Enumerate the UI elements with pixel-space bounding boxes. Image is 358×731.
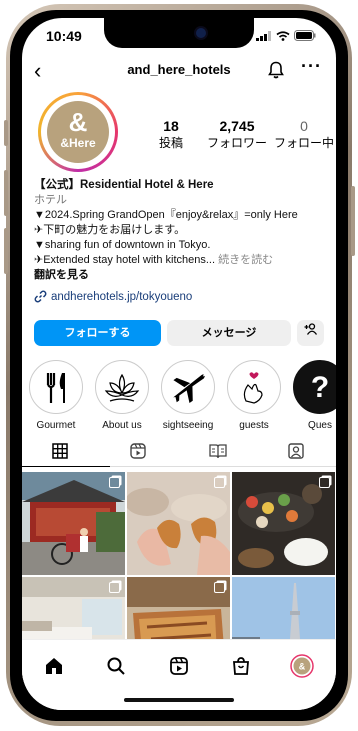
highlight-cover	[29, 360, 83, 414]
multiple-photos-icon	[214, 477, 225, 488]
phone-button	[4, 120, 8, 146]
stat-value: 0	[300, 118, 308, 134]
brand-logo: & &Here	[47, 101, 109, 163]
bio-line-last: ✈Extended stay hotel with kitchens... 続き…	[34, 253, 330, 268]
profile-bio: 【公式】Residential Hotel & Here ホテル ▼2024.S…	[34, 178, 330, 283]
post-thumbnail[interactable]	[22, 472, 125, 575]
post-thumbnail[interactable]	[127, 472, 230, 575]
shopping-bag-icon	[233, 657, 249, 675]
home-indicator[interactable]	[124, 698, 234, 702]
question-icon: ?	[311, 371, 329, 404]
highlight-label: Gourmet	[36, 420, 76, 431]
followers-count[interactable]: 2,745 フォロワー	[202, 118, 272, 151]
avatar-ring-inner: & &Here	[41, 95, 115, 169]
translate-link[interactable]: 翻訳を見る	[34, 268, 330, 283]
tab-guides[interactable]	[198, 440, 238, 462]
stat-value: 18	[163, 118, 179, 134]
bio-line: ✈Extended stay hotel with kitchens...	[34, 254, 216, 266]
profile-link-text: andherehotels.jp/tokyoueno	[51, 290, 193, 303]
more-options-icon[interactable]: ···	[301, 56, 322, 77]
fork-knife-icon	[46, 373, 65, 403]
bio-line: ✈下町の魅力をお届けします。	[34, 224, 186, 236]
stat-label: 投稿	[158, 136, 183, 150]
bottom-nav: &	[22, 639, 336, 710]
multiple-photos-icon	[319, 477, 330, 488]
following-count[interactable]: 0 フォロー中	[272, 118, 336, 151]
profile-actions: フォローする メッセージ	[34, 320, 324, 346]
bio-line: ▼sharing fun of downtown in Tokyo.	[34, 239, 211, 251]
tab-tagged[interactable]	[276, 440, 316, 462]
tagged-user-icon	[288, 443, 304, 459]
nav-reels[interactable]	[165, 652, 193, 680]
multiple-photos-icon	[214, 582, 225, 593]
phone-button	[4, 228, 8, 274]
add-user-icon	[304, 323, 317, 335]
airplane-icon	[173, 374, 205, 404]
search-icon	[107, 657, 125, 675]
svg-text:?: ?	[311, 371, 329, 404]
logo-symbol: &	[68, 107, 88, 137]
status-bar: 10:49	[22, 26, 336, 48]
nav-search[interactable]	[102, 652, 130, 680]
tab-grid[interactable]	[22, 440, 110, 467]
phone-button	[351, 186, 355, 256]
read-more-link[interactable]: 続きを読む	[218, 254, 273, 266]
app-screen: 10:49 ‹ and_here_hotels ··· & &Here 18 投…	[22, 18, 336, 710]
highlight-cover	[161, 360, 215, 414]
reels-icon	[170, 657, 188, 675]
nav-profile[interactable]: &	[288, 652, 316, 680]
reels-icon	[130, 443, 146, 459]
signal-icon	[256, 30, 271, 41]
highlight-label: About us	[102, 420, 142, 431]
highlight-label: sightseeing	[162, 420, 214, 431]
profile-tabs	[22, 436, 336, 467]
profile-avatar-icon: &	[290, 654, 314, 678]
link-icon	[34, 290, 47, 303]
heart-hand-icon	[243, 372, 263, 404]
highlight-guests[interactable]: guests	[226, 360, 282, 431]
highlight-cover	[95, 360, 149, 414]
battery-icon	[294, 30, 316, 41]
stat-label: フォロー中	[273, 136, 334, 150]
nav-shop[interactable]	[227, 652, 255, 680]
wifi-icon	[276, 30, 290, 41]
highlight-label: Ques	[308, 420, 332, 431]
post-thumbnail[interactable]	[232, 472, 335, 575]
bio-line: ▼2024.Spring GrandOpen『enjoy&relax』=only…	[34, 209, 298, 221]
avatar[interactable]: & &Here	[38, 92, 118, 172]
tab-reels[interactable]	[118, 440, 158, 462]
highlight-sightseeing[interactable]: sightseeing	[160, 360, 216, 431]
nav-home[interactable]	[40, 652, 68, 680]
username-title: and_here_hotels	[127, 62, 231, 77]
grid-icon	[52, 443, 68, 459]
logo-text: &Here	[60, 136, 96, 150]
status-time: 10:49	[46, 28, 82, 44]
highlight-about-us[interactable]: About us	[94, 360, 150, 431]
status-icons	[256, 30, 316, 41]
profile-name: 【公式】Residential Hotel & Here	[34, 179, 214, 191]
stat-label: フォロワー	[206, 136, 267, 150]
highlight-ques[interactable]: ? Ques	[292, 360, 336, 431]
lotus-icon	[104, 373, 140, 402]
posts-count[interactable]: 18 投稿	[146, 118, 196, 151]
highlight-gourmet[interactable]: Gourmet	[28, 360, 84, 431]
stat-value: 2,745	[219, 118, 255, 134]
phone-button	[4, 170, 8, 216]
highlight-cover: ?	[293, 360, 336, 414]
multiple-photos-icon	[109, 477, 120, 488]
guide-book-icon	[209, 444, 227, 459]
bell-icon[interactable]	[268, 61, 284, 84]
profile-link[interactable]: andherehotels.jp/tokyoueno	[34, 290, 192, 303]
svg-text:&: &	[299, 662, 306, 672]
message-button[interactable]: メッセージ	[167, 320, 291, 346]
highlight-cover	[227, 360, 281, 414]
follow-button[interactable]: フォローする	[34, 320, 161, 346]
multiple-photos-icon	[109, 582, 120, 593]
highlight-label: guests	[239, 420, 269, 431]
suggest-user-button[interactable]	[297, 320, 324, 346]
profile-category: ホテル	[34, 194, 67, 206]
home-icon	[46, 658, 62, 674]
profile-header: ‹ and_here_hotels ···	[22, 56, 336, 86]
